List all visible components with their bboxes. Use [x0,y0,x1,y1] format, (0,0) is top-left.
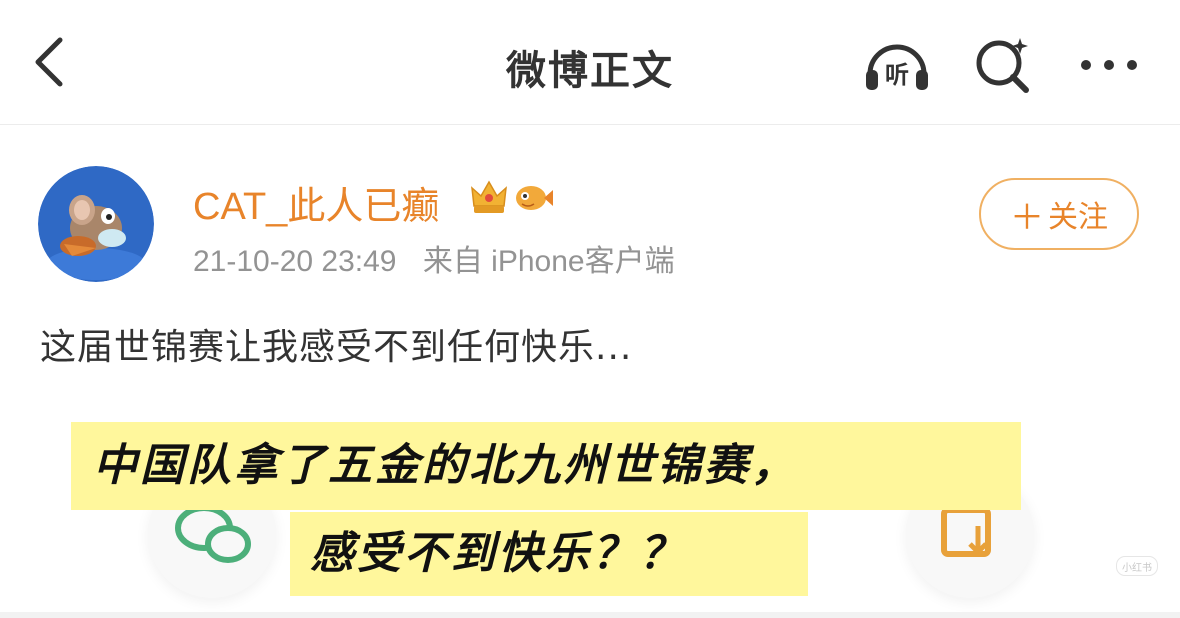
search-button[interactable] [968,30,1038,100]
post-timestamp: 21-10-20 23:49 [193,245,397,278]
headphones-icon: 听 [866,44,928,90]
divider [0,612,1180,618]
listen-button[interactable]: 听 [862,30,932,100]
more-dots-icon [1081,60,1137,70]
avatar-image [38,166,154,282]
post-meta: 21-10-20 23:49 来自 iPhone客户端 [193,236,675,280]
top-navigation-bar: 微博正文 听 [0,0,1180,125]
caption-line-1: 中国队拿了五金的北九州世锦赛， [71,422,1021,510]
post-source: 来自 iPhone客户端 [422,245,675,278]
listen-label: 听 [885,61,909,89]
search-sparkle-icon [976,38,1029,93]
more-options-button[interactable] [1074,30,1144,100]
crown-badge-icon[interactable] [468,176,510,218]
username[interactable]: CAT_此人已癫 [193,175,439,230]
avatar[interactable] [38,166,154,282]
watermark: 小红书 [1116,556,1158,576]
follow-button[interactable]: ＋ 关注 [979,178,1139,250]
post-text: 这届世锦赛让我感受不到任何快乐... [40,327,633,368]
follow-label: 关注 [1048,200,1108,235]
plus-icon: ＋ [1010,197,1044,238]
caption-line-2: 感受不到快乐？？ [290,512,808,596]
fish-badge-icon[interactable] [512,176,554,218]
